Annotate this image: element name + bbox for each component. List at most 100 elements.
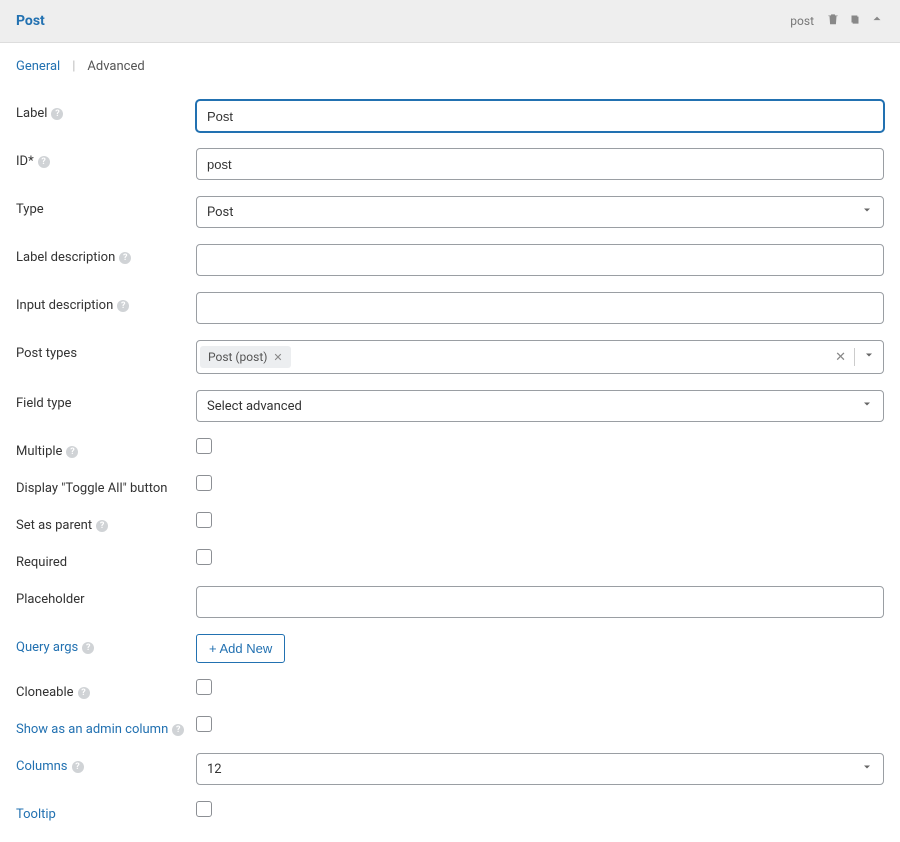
label-text: Post types xyxy=(16,346,77,361)
row-type: Type Post xyxy=(16,196,884,228)
select-value: 12 xyxy=(207,762,222,777)
help-icon[interactable]: ? xyxy=(38,156,50,168)
label-text: Set as parent xyxy=(16,518,92,533)
copy-icon[interactable] xyxy=(848,12,862,30)
panel-header: Post post xyxy=(0,0,900,43)
label-id: ID* ? xyxy=(16,148,196,169)
help-icon[interactable]: ? xyxy=(72,761,84,773)
label-post-types: Post types xyxy=(16,340,196,361)
help-icon[interactable]: ? xyxy=(78,687,90,699)
label-required: Required xyxy=(16,549,196,570)
field-type-select[interactable]: Select advanced xyxy=(196,390,884,422)
label-input[interactable] xyxy=(196,100,884,132)
row-tooltip: Tooltip xyxy=(16,801,884,822)
tabs: General | Advanced xyxy=(0,43,900,84)
row-input-desc: Input description ? xyxy=(16,292,884,324)
columns-select[interactable]: 12 xyxy=(196,753,884,785)
row-query-args: Query args ? + Add New xyxy=(16,634,884,663)
label-label: Label ? xyxy=(16,100,196,121)
required-checkbox[interactable] xyxy=(196,549,212,565)
tab-advanced[interactable]: Advanced xyxy=(87,59,144,74)
label-admin-col: Show as an admin column ? xyxy=(16,716,196,737)
help-icon[interactable]: ? xyxy=(82,642,94,654)
label-text: Display "Toggle All" button xyxy=(16,481,167,496)
post-types-select[interactable]: Post (post) ✕ ✕ xyxy=(196,340,884,374)
chevron-down-icon xyxy=(861,398,873,414)
label-placeholder: Placeholder xyxy=(16,586,196,607)
tab-general[interactable]: General xyxy=(16,59,60,74)
multiple-checkbox[interactable] xyxy=(196,438,212,454)
panel-actions: post xyxy=(790,12,884,30)
label-text[interactable]: Query args xyxy=(16,640,78,655)
help-icon[interactable]: ? xyxy=(172,724,184,736)
label-columns: Columns ? xyxy=(16,753,196,774)
label-text: Multiple xyxy=(16,444,62,459)
label-set-parent: Set as parent ? xyxy=(16,512,196,533)
label-toggle-all: Display "Toggle All" button xyxy=(16,475,196,496)
label-text: Cloneable xyxy=(16,685,74,700)
tab-separator: | xyxy=(72,59,75,74)
label-label-desc: Label description ? xyxy=(16,244,196,265)
set-parent-checkbox[interactable] xyxy=(196,512,212,528)
help-icon[interactable]: ? xyxy=(66,446,78,458)
row-post-types: Post types Post (post) ✕ ✕ xyxy=(16,340,884,374)
trash-icon[interactable] xyxy=(826,12,840,30)
row-placeholder: Placeholder xyxy=(16,586,884,618)
row-toggle-all: Display "Toggle All" button xyxy=(16,475,884,496)
label-tooltip: Tooltip xyxy=(16,801,196,822)
chevron-down-icon xyxy=(861,204,873,220)
label-type: Type xyxy=(16,196,196,217)
id-input[interactable] xyxy=(196,148,884,180)
chevron-down-icon xyxy=(861,761,873,777)
label-text: Field type xyxy=(16,396,72,411)
panel-type-slug: post xyxy=(790,14,814,28)
row-field-type: Field type Select advanced xyxy=(16,390,884,422)
help-icon[interactable]: ? xyxy=(119,252,131,264)
label-text[interactable]: Tooltip xyxy=(16,807,56,822)
label-field-type: Field type xyxy=(16,390,196,411)
label-text: Label xyxy=(16,106,47,121)
placeholder-input[interactable] xyxy=(196,586,884,618)
help-icon[interactable]: ? xyxy=(51,108,63,120)
label-text: Type xyxy=(16,202,44,217)
cloneable-checkbox[interactable] xyxy=(196,679,212,695)
label-cloneable: Cloneable ? xyxy=(16,679,196,700)
label-text: Required xyxy=(16,555,67,570)
select-value: Post xyxy=(207,205,234,220)
help-icon[interactable]: ? xyxy=(117,300,129,312)
post-type-tag: Post (post) ✕ xyxy=(200,346,291,368)
label-desc-input[interactable] xyxy=(196,244,884,276)
collapse-icon[interactable] xyxy=(870,12,884,30)
help-icon[interactable]: ? xyxy=(96,520,108,532)
row-admin-col: Show as an admin column ? xyxy=(16,716,884,737)
row-set-parent: Set as parent ? xyxy=(16,512,884,533)
row-id: ID* ? xyxy=(16,148,884,180)
input-desc-input[interactable] xyxy=(196,292,884,324)
form-body: Label ? ID* ? Type Post Label descriptio… xyxy=(0,100,900,842)
row-columns: Columns ? 12 xyxy=(16,753,884,785)
label-query-args: Query args ? xyxy=(16,634,196,655)
label-text[interactable]: Show as an admin column xyxy=(16,722,168,737)
type-select[interactable]: Post xyxy=(196,196,884,228)
panel-title: Post xyxy=(16,13,45,29)
label-text: ID* xyxy=(16,154,34,169)
label-text: Placeholder xyxy=(16,592,85,607)
separator xyxy=(854,348,855,366)
remove-tag-icon[interactable]: ✕ xyxy=(273,351,282,364)
tooltip-checkbox[interactable] xyxy=(196,801,212,817)
label-text: Label description xyxy=(16,250,115,265)
row-label-desc: Label description ? xyxy=(16,244,884,276)
row-label: Label ? xyxy=(16,100,884,132)
label-text: Input description xyxy=(16,298,113,313)
row-required: Required xyxy=(16,549,884,570)
toggle-all-checkbox[interactable] xyxy=(196,475,212,491)
chevron-down-icon[interactable] xyxy=(863,349,875,365)
label-text[interactable]: Columns xyxy=(16,759,68,774)
admin-col-checkbox[interactable] xyxy=(196,716,212,732)
row-multiple: Multiple ? xyxy=(16,438,884,459)
add-new-button[interactable]: + Add New xyxy=(196,634,285,663)
row-cloneable: Cloneable ? xyxy=(16,679,884,700)
label-input-desc: Input description ? xyxy=(16,292,196,313)
label-multiple: Multiple ? xyxy=(16,438,196,459)
clear-all-icon[interactable]: ✕ xyxy=(835,350,846,365)
